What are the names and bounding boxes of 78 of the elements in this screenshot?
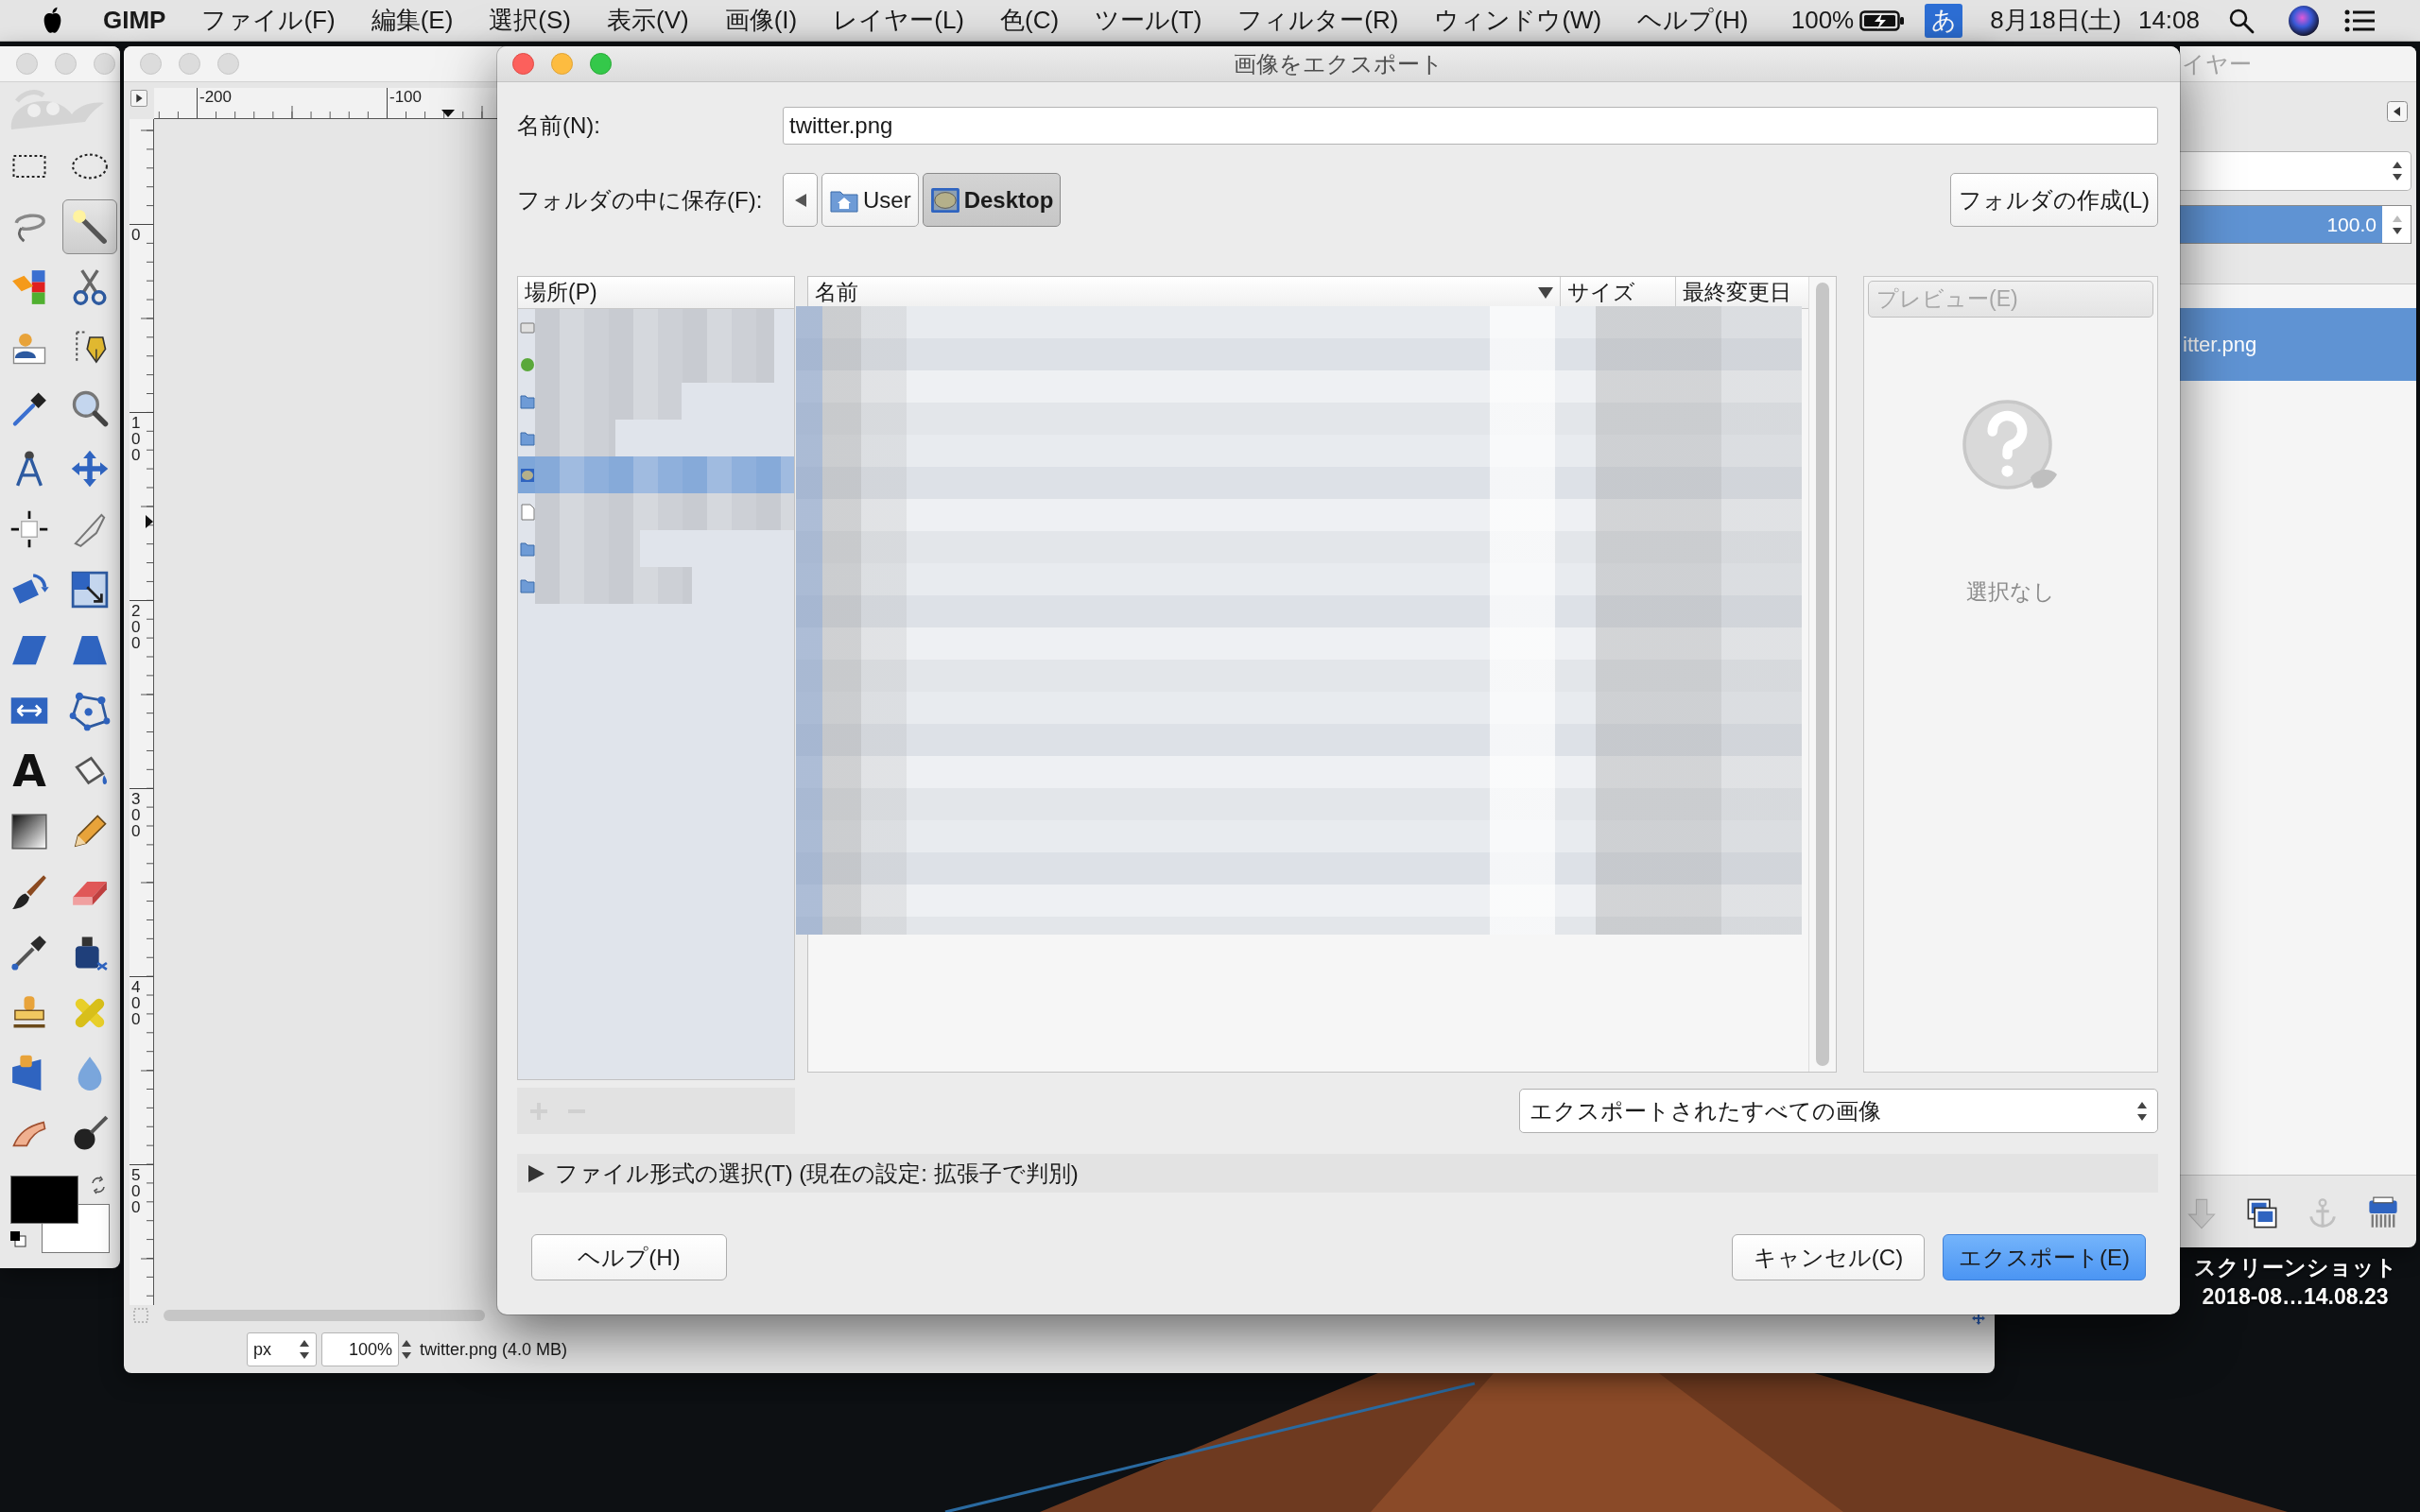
file-name-field[interactable]: twitter.png: [783, 107, 2158, 145]
menu-item[interactable]: フィルター(R): [1237, 4, 1399, 37]
menu-item[interactable]: 色(C): [1000, 4, 1060, 37]
menu-item[interactable]: 表示(V): [607, 4, 689, 37]
menu-item[interactable]: ヘルプ(H): [1637, 4, 1749, 37]
column-header[interactable]: サイズ: [1561, 277, 1676, 308]
zoom-field[interactable]: 100%: [321, 1332, 399, 1366]
battery-percentage[interactable]: 100%: [1790, 6, 1855, 35]
list-icon[interactable]: [2344, 9, 2375, 32]
clock-text[interactable]: 14:08: [2137, 6, 2200, 35]
ruler-label: 200: [131, 603, 142, 651]
crosshair-square-icon: [9, 508, 50, 550]
column-header[interactable]: 名前: [808, 277, 1561, 308]
tool-button[interactable]: [62, 199, 117, 254]
menu-item[interactable]: ツール(T): [1095, 4, 1202, 37]
up-down-arrows-icon[interactable]: [401, 1338, 412, 1361]
ruler-label: -100: [389, 88, 423, 106]
sort-down-triangle-icon: [1538, 286, 1553, 299]
file-info-text: twitter.png (4.0 MB): [420, 1339, 568, 1360]
disc-icon: [520, 355, 535, 373]
dialog-button[interactable]: ヘルプ(H): [531, 1234, 727, 1280]
create-folder-button[interactable]: フォルダの作成(L): [1949, 173, 2158, 227]
swap-arrows-icon[interactable]: [89, 1176, 108, 1194]
unit-dropdown[interactable]: px: [247, 1332, 317, 1366]
path-button[interactable]: User: [821, 173, 919, 227]
file-filter-dropdown[interactable]: エクスポートされたすべての画像: [1519, 1089, 2158, 1133]
ruler-label: 400: [131, 979, 142, 1027]
ruler-label: -200: [199, 88, 233, 106]
collapse-panel-icon[interactable]: [2387, 101, 2408, 122]
vertical-scrollbar[interactable]: [1816, 283, 1829, 1066]
save-folder-label: フォルダの中に保存(F):: [517, 185, 764, 215]
ruler-label: 0: [131, 227, 142, 243]
pointer-marker-icon: [146, 515, 153, 528]
menu-item[interactable]: 画像(I): [724, 4, 798, 37]
opacity-value: 100.0: [2326, 214, 2377, 236]
name-label: 名前(N):: [517, 112, 601, 140]
shredder-icon[interactable]: [2366, 1196, 2400, 1230]
dialog-button[interactable]: キャンセル(C): [1732, 1234, 1925, 1280]
colorful-orb-icon[interactable]: [2289, 5, 2319, 36]
menu-item[interactable]: 選択(S): [489, 4, 571, 37]
cage-nodes-icon: [69, 690, 111, 731]
desktop-icon: [520, 466, 535, 484]
tool-button[interactable]: A: [2, 744, 57, 799]
ruler-label: 500: [131, 1167, 142, 1215]
left-triangle-icon: [794, 193, 806, 207]
horizontal-scrollbar[interactable]: [164, 1310, 485, 1321]
up-down-arrows-icon: [2392, 160, 2403, 182]
stacked-pictures-icon[interactable]: [2245, 1196, 2279, 1230]
menu-item[interactable]: ウィンドウ(W): [1434, 4, 1602, 37]
four-way-arrow-icon: [69, 448, 111, 490]
window-title: イヤー: [2182, 49, 2252, 78]
gradient-square-icon: [9, 811, 50, 852]
dialog-title: 画像をエクスポート: [1233, 49, 1444, 78]
desktop-icon: [929, 186, 960, 214]
path-button[interactable]: Desktop: [922, 173, 1062, 227]
triangle-menu-icon[interactable]: [130, 90, 147, 107]
file-type-expander[interactable]: ファイル形式の選択(T) (現在の設定: 拡張子で判別): [517, 1154, 2158, 1193]
scale-icon: [69, 569, 111, 610]
dialog-button[interactable]: エクスポート(E): [1943, 1234, 2146, 1280]
battery-charging-icon[interactable]: [1859, 9, 1906, 32]
close-button[interactable]: [512, 53, 534, 75]
menu-item[interactable]: レイヤー(L): [833, 4, 964, 37]
column-header[interactable]: 最終変更日: [1676, 277, 1805, 308]
menu-item[interactable]: ファイル(F): [201, 4, 336, 37]
search-icon[interactable]: [2228, 7, 2255, 34]
date-text[interactable]: 8月18日(土): [1990, 4, 2121, 37]
default-colors-icon[interactable]: [9, 1230, 26, 1247]
path-scroll-button[interactable]: [783, 173, 818, 227]
foreground-background-swatches[interactable]: [10, 1176, 110, 1253]
ruler-label: 300: [131, 791, 142, 839]
app-menu[interactable]: GIMP: [103, 6, 166, 35]
pointer-marker-icon: [441, 110, 455, 117]
input-method-indicator[interactable]: あ: [1925, 3, 1963, 38]
ruler-label: 100: [131, 415, 142, 463]
preview-status: 選択なし: [1966, 578, 2055, 606]
up-down-arrows-icon: [299, 1338, 310, 1361]
column-header[interactable]: 場所(P): [518, 277, 794, 309]
menu-item[interactable]: 編集(E): [371, 4, 454, 37]
